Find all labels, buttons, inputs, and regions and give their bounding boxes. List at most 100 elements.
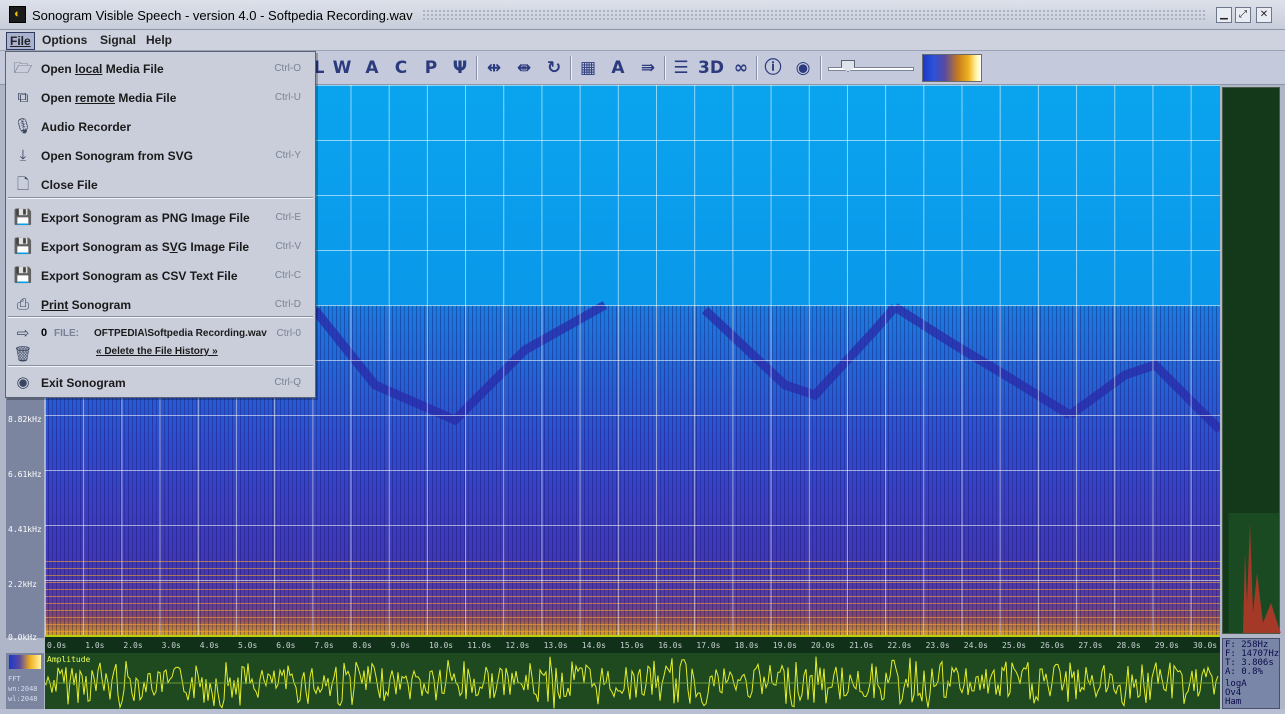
menu-item-label: Export Sonogram as CSV Text File bbox=[41, 269, 238, 283]
psi-tool-button[interactable]: Ψ bbox=[447, 56, 473, 80]
export-png-icon: 💾 bbox=[13, 209, 33, 226]
exit-sonogram-item[interactable]: ◉ Exit Sonogram Ctrl-Q bbox=[6, 368, 315, 397]
fft-label: FFT bbox=[8, 675, 21, 683]
menu-item-shortcut: Ctrl-Y bbox=[275, 150, 301, 161]
menu-item-shortcut: Ctrl-D bbox=[274, 299, 301, 310]
time-tick-label: 22.0s bbox=[887, 641, 912, 650]
time-tick-label: 17.0s bbox=[696, 641, 721, 650]
info-amp: A: 0.8% bbox=[1225, 667, 1263, 677]
a-tool-button[interactable]: A bbox=[359, 56, 385, 80]
binoculars-icon[interactable]: ∞ bbox=[728, 56, 754, 80]
title-bar: ◐ Sonogram Visible Speech - version 4.0 … bbox=[0, 0, 1285, 30]
close-file-item[interactable]: 🗋 Close File bbox=[6, 170, 315, 199]
y-tick-label: 8.82kHz bbox=[8, 415, 42, 424]
export-svg-item[interactable]: 💾 Export Sonogram as SVG Image File Ctrl-V bbox=[6, 232, 315, 261]
time-tick-label: 26.0s bbox=[1040, 641, 1065, 650]
end-icon: ◉ bbox=[16, 374, 30, 391]
time-tick-label: 2.0s bbox=[123, 641, 143, 650]
menu-help[interactable]: Help bbox=[143, 32, 175, 50]
minimize-icon[interactable]: ▁ bbox=[1216, 7, 1232, 23]
print-sonogram-item[interactable]: ⎙ Print Sonogram Ctrl-D bbox=[6, 290, 315, 319]
y-tick-label: 2.2kHz bbox=[8, 580, 37, 589]
toolbar-separator bbox=[476, 56, 478, 80]
w-tool-button[interactable]: W bbox=[329, 56, 355, 80]
menu-item-label: Open local Media File bbox=[41, 62, 164, 76]
contrast-slider[interactable] bbox=[828, 60, 916, 78]
history-index: 0 bbox=[41, 327, 48, 339]
menu-item-label: Audio Recorder bbox=[41, 120, 132, 134]
spectrum-bars bbox=[1243, 523, 1281, 633]
window-length-label: wl:2048 bbox=[8, 695, 38, 703]
toolbar-separator bbox=[570, 56, 572, 80]
c-tool-button[interactable]: C bbox=[388, 56, 414, 80]
maximize-icon[interactable]: ⤢ bbox=[1235, 7, 1251, 23]
time-tick-label: 30.0s bbox=[1193, 641, 1218, 650]
network-icon: ⧉ bbox=[17, 89, 29, 106]
time-tick-label: 9.0s bbox=[390, 641, 411, 650]
close-icon[interactable]: ✕ bbox=[1256, 7, 1272, 23]
window-size-label: wn:2048 bbox=[8, 685, 38, 693]
time-tick-label: 15.0s bbox=[620, 641, 645, 650]
time-tick-label: 1.0s bbox=[85, 641, 105, 650]
3d-icon[interactable]: 3D bbox=[698, 56, 724, 80]
window-title: Sonogram Visible Speech - version 4.0 - … bbox=[32, 8, 413, 23]
amplitude-legend: FFT wn:2048 wl:2048 bbox=[6, 653, 44, 709]
menu-item-label: Export Sonogram as SVG Image File bbox=[41, 240, 250, 254]
info-window: Ham bbox=[1225, 697, 1242, 707]
menu-options[interactable]: Options bbox=[39, 32, 90, 50]
menu-item-shortcut: Ctrl-C bbox=[274, 270, 301, 281]
export-svg-icon: 💾 bbox=[13, 238, 33, 255]
delete-history-label: « Delete the File History » bbox=[96, 346, 218, 357]
end-icon[interactable]: ◉ bbox=[790, 56, 816, 80]
waveform-panel[interactable]: Amplitude bbox=[44, 653, 1220, 710]
forward-icon[interactable]: ⇛ bbox=[635, 56, 661, 80]
open-remote-media-item[interactable]: ⧉ Open remote Media File Ctrl-U bbox=[6, 83, 315, 112]
play-icon[interactable]: ⇹ bbox=[481, 56, 507, 80]
audio-recorder-item[interactable]: 🎙 Audio Recorder bbox=[6, 112, 315, 141]
time-tick-label: 16.0s bbox=[658, 641, 683, 650]
time-tick-label: 0.0s bbox=[47, 641, 67, 650]
cursor-info-box: F: 258Hz F: 14707Hz T: 3.806s A: 0.8% lo… bbox=[1222, 638, 1280, 709]
color-palette[interactable] bbox=[922, 54, 982, 82]
open-local-media-item[interactable]: 🗁 Open local Media File Ctrl-O bbox=[6, 54, 315, 83]
loop-icon[interactable]: ↻ bbox=[541, 56, 567, 80]
list-icon[interactable]: ☰ bbox=[668, 56, 694, 80]
open-from-svg-item[interactable]: ⤓ Open Sonogram from SVG Ctrl-Y bbox=[6, 141, 315, 170]
folder-open-icon: 🗁 bbox=[13, 60, 33, 77]
time-tick-label: 27.0s bbox=[1078, 641, 1103, 650]
menu-file[interactable]: File bbox=[6, 32, 35, 50]
grid-icon[interactable]: ▦ bbox=[575, 56, 601, 80]
info-icon[interactable]: ⓘ bbox=[760, 56, 786, 80]
menu-item-shortcut: Ctrl-E bbox=[275, 212, 301, 223]
menu-item-label: Open remote Media File bbox=[41, 91, 177, 105]
p-tool-button[interactable]: P bbox=[418, 56, 444, 80]
time-tick-label: 8.0s bbox=[352, 641, 372, 650]
menu-item-label: Export Sonogram as PNG Image File bbox=[41, 211, 250, 225]
menu-item-label: Close File bbox=[41, 178, 98, 192]
menu-bar: File Options Signal Help bbox=[0, 30, 1285, 51]
y-tick-label: 6.61kHz bbox=[8, 470, 42, 479]
export-png-item[interactable]: 💾 Export Sonogram as PNG Image File Ctrl-E bbox=[6, 203, 315, 232]
menu-item-label: Open Sonogram from SVG bbox=[41, 149, 194, 163]
export-csv-item[interactable]: 💾 Export Sonogram as CSV Text File Ctrl-C bbox=[6, 261, 315, 290]
time-tick-label: 28.0s bbox=[1116, 641, 1141, 650]
time-tick-label: 18.0s bbox=[734, 641, 759, 650]
sonogram-app-icon[interactable]: ◐ bbox=[9, 6, 26, 23]
menu-item-shortcut: Ctrl-O bbox=[274, 63, 301, 74]
stop-icon[interactable]: ⇼ bbox=[511, 56, 537, 80]
time-tick-label: 29.0s bbox=[1154, 641, 1179, 650]
toolbar-separator bbox=[756, 56, 758, 80]
font-icon[interactable]: A bbox=[605, 56, 631, 80]
printer-icon: ⎙ bbox=[16, 296, 29, 313]
time-tick-label: 23.0s bbox=[925, 641, 950, 650]
time-tick-label: 5.0s bbox=[238, 641, 258, 650]
time-tick-label: 4.0s bbox=[199, 641, 220, 650]
menu-separator bbox=[8, 197, 313, 199]
frequency-spectrum-panel bbox=[1222, 87, 1281, 634]
time-tick-label: 10.0s bbox=[429, 641, 454, 650]
toolbar-separator bbox=[664, 56, 666, 80]
menu-signal[interactable]: Signal bbox=[97, 32, 139, 50]
time-tick-label: 25.0s bbox=[1002, 641, 1027, 650]
time-tick-label: 13.0s bbox=[543, 641, 568, 650]
close-file-icon: 🗋 bbox=[16, 176, 30, 193]
